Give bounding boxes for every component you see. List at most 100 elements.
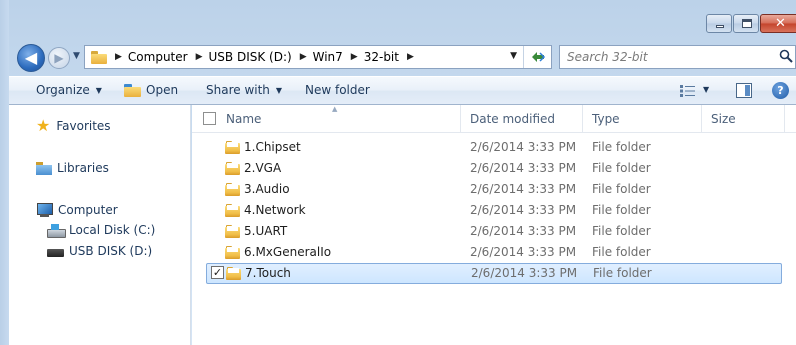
chevron-down-icon: ▼	[95, 85, 102, 95]
open-folder-icon	[124, 83, 141, 97]
view-options-chevron-icon[interactable]: ▼	[703, 85, 709, 94]
new-folder-label: New folder	[305, 83, 370, 97]
file-row[interactable]: 4.Network 2/6/2014 3:33 PM File folder	[206, 201, 782, 220]
minimize-button[interactable]	[706, 14, 732, 33]
maximize-icon	[742, 19, 752, 28]
file-name: 3.Audio	[244, 182, 290, 196]
column-type[interactable]: Type	[592, 112, 620, 126]
chevron-down-icon: ▼	[275, 85, 283, 95]
explorer-window: ✕ ◀ ▶ ▼ ▶ Computer ▶ USB DISK (D:) ▶ Win…	[0, 0, 796, 345]
organize-button[interactable]: Organize ▼	[36, 83, 102, 97]
file-row[interactable]: 1.Chipset 2/6/2014 3:33 PM File folder	[206, 138, 782, 157]
help-icon[interactable]: ?	[772, 82, 789, 99]
file-date: 2/6/2014 3:33 PM	[470, 161, 577, 175]
folder-icon	[225, 204, 240, 217]
open-label: Open	[146, 83, 179, 97]
refresh-button[interactable]	[523, 46, 551, 68]
usb-drive-icon	[47, 249, 64, 257]
command-bar: Organize ▼ Open Share with ▼ New folder …	[9, 76, 796, 105]
folder-icon	[225, 162, 240, 175]
breadcrumb-separator-icon[interactable]: ▶	[300, 52, 307, 62]
column-divider[interactable]	[784, 105, 785, 132]
nav-local-disk[interactable]: Local Disk (C:)	[47, 223, 156, 238]
refresh-icon	[531, 52, 545, 62]
file-date: 2/6/2014 3:33 PM	[471, 266, 578, 280]
file-date: 2/6/2014 3:33 PM	[470, 245, 577, 259]
address-history-dropdown-icon[interactable]: ▼	[510, 51, 517, 61]
search-icon[interactable]	[779, 49, 793, 63]
folder-icon	[226, 267, 241, 280]
file-name: 7.Touch	[245, 266, 291, 280]
file-row[interactable]: 3.Audio 2/6/2014 3:33 PM File folder	[206, 180, 782, 199]
breadcrumb-32-bit[interactable]: 32-bit	[364, 50, 399, 64]
search-input[interactable]	[560, 50, 760, 64]
file-date: 2/6/2014 3:33 PM	[470, 182, 577, 196]
file-row-selected[interactable]: ✓ 7.Touch 2/6/2014 3:33 PM File folder	[206, 263, 782, 284]
new-folder-button[interactable]: New folder	[305, 83, 370, 97]
address-bar[interactable]: ▶ Computer ▶ USB DISK (D:) ▶ Win7 ▶ 32-b…	[84, 45, 552, 69]
share-with-button[interactable]: Share with ▼	[206, 83, 282, 97]
back-button[interactable]: ◀	[17, 44, 45, 72]
close-icon: ✕	[775, 16, 786, 31]
file-name: 2.VGA	[244, 161, 282, 175]
folder-icon	[91, 50, 107, 64]
computer-icon	[36, 203, 53, 217]
file-type: File folder	[592, 224, 651, 238]
file-type: File folder	[592, 140, 651, 154]
organize-label: Organize	[36, 83, 90, 97]
file-row[interactable]: 6.MxGeneralIo 2/6/2014 3:33 PM File fold…	[206, 243, 782, 262]
nav-computer-label: Computer	[58, 203, 118, 217]
file-date: 2/6/2014 3:33 PM	[470, 224, 577, 238]
column-divider[interactable]	[582, 105, 583, 132]
file-row[interactable]: 2.VGA 2/6/2014 3:33 PM File folder	[206, 159, 782, 178]
window-frame-left	[0, 0, 9, 345]
breadcrumb-win7[interactable]: Win7	[313, 50, 343, 64]
breadcrumb-separator-icon[interactable]: ▶	[407, 52, 414, 62]
minimize-icon	[716, 25, 724, 28]
nav-local-disk-label: Local Disk (C:)	[69, 223, 156, 237]
file-name: 6.MxGeneralIo	[244, 245, 332, 259]
forward-button[interactable]: ▶	[48, 47, 70, 69]
breadcrumb-separator-icon[interactable]: ▶	[196, 52, 203, 62]
file-row[interactable]: 5.UART 2/6/2014 3:33 PM File folder	[206, 222, 782, 241]
open-button[interactable]: Open	[124, 83, 178, 97]
nav-usb-disk-label: USB DISK (D:)	[69, 244, 153, 258]
close-button[interactable]: ✕	[760, 14, 796, 33]
maximize-button[interactable]	[733, 14, 759, 33]
nav-usb-disk[interactable]: USB DISK (D:)	[47, 244, 152, 258]
recent-pages-dropdown[interactable]: ▼	[73, 51, 80, 61]
file-list: ▲ Name Date modified Type Size 1.Chipset…	[192, 105, 796, 345]
column-name[interactable]: Name	[226, 112, 261, 126]
file-name: 1.Chipset	[244, 140, 301, 154]
breadcrumb-separator-icon[interactable]: ▶	[351, 52, 358, 62]
breadcrumb-separator-icon[interactable]: ▶	[115, 52, 122, 62]
nav-libraries-label: Libraries	[57, 161, 109, 175]
change-view-icon[interactable]	[680, 85, 696, 97]
folder-icon	[225, 225, 240, 238]
breadcrumb: ▶ Computer ▶ USB DISK (D:) ▶ Win7 ▶ 32-b…	[107, 50, 420, 64]
file-type: File folder	[592, 182, 651, 196]
search-box[interactable]	[559, 45, 796, 69]
breadcrumb-usb-disk[interactable]: USB DISK (D:)	[209, 50, 292, 64]
file-type: File folder	[592, 245, 651, 259]
navigation-pane: ★ Favorites Libraries Computer Local Dis…	[9, 105, 191, 345]
nav-computer[interactable]: Computer	[36, 203, 118, 217]
sort-ascending-icon: ▲	[332, 105, 338, 113]
column-divider[interactable]	[460, 105, 461, 132]
column-date-modified[interactable]: Date modified	[470, 112, 555, 126]
row-checkbox[interactable]: ✓	[211, 266, 224, 279]
file-date: 2/6/2014 3:33 PM	[470, 140, 577, 154]
hard-disk-icon	[47, 223, 66, 238]
folder-icon	[225, 141, 240, 154]
file-type: File folder	[593, 266, 652, 280]
preview-pane-icon[interactable]	[736, 83, 752, 98]
column-size[interactable]: Size	[711, 112, 736, 126]
breadcrumb-computer[interactable]: Computer	[128, 50, 188, 64]
nav-libraries[interactable]: Libraries	[36, 161, 109, 175]
file-type: File folder	[592, 203, 651, 217]
column-divider[interactable]	[701, 105, 702, 132]
select-all-checkbox[interactable]	[203, 112, 216, 125]
nav-favorites[interactable]: ★ Favorites	[36, 116, 111, 135]
star-icon: ★	[36, 116, 51, 135]
nav-favorites-label: Favorites	[56, 119, 111, 133]
